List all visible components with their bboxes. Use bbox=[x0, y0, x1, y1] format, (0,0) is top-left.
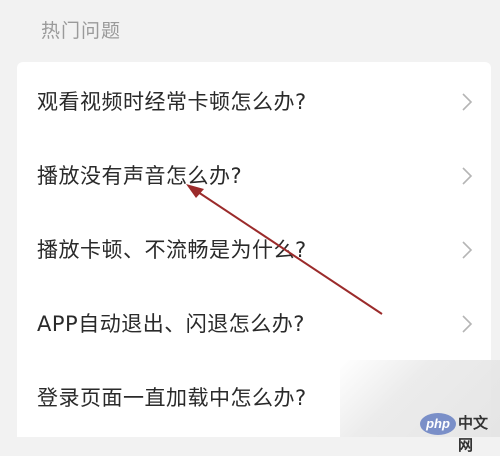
faq-item-label: APP自动退出、闪退怎么办? bbox=[37, 312, 305, 336]
watermark-logo: php bbox=[420, 413, 456, 435]
chevron-right-icon bbox=[462, 315, 473, 333]
faq-item-label: 登录页面一直加载中怎么办? bbox=[37, 386, 307, 410]
faq-item-label: 播放卡顿、不流畅是为什么? bbox=[37, 238, 307, 262]
watermark-text: 中文网 bbox=[458, 414, 489, 454]
faq-item-app-crash[interactable]: APP自动退出、闪退怎么办? bbox=[17, 287, 491, 361]
section-title: 热门问题 bbox=[41, 20, 122, 42]
chevron-right-icon bbox=[462, 167, 473, 185]
faq-item-label: 播放没有声音怎么办? bbox=[37, 164, 243, 188]
chevron-right-icon bbox=[462, 93, 473, 111]
faq-item-label: 观看视频时经常卡顿怎么办? bbox=[37, 90, 307, 114]
section-header: 热门问题 bbox=[0, 0, 500, 62]
chevron-right-icon bbox=[462, 241, 473, 259]
faq-item-playback-stutter[interactable]: 播放卡顿、不流畅是为什么? bbox=[17, 213, 491, 287]
faq-item-video-lag[interactable]: 观看视频时经常卡顿怎么办? bbox=[17, 65, 491, 139]
faq-item-no-sound[interactable]: 播放没有声音怎么办? bbox=[17, 139, 491, 213]
